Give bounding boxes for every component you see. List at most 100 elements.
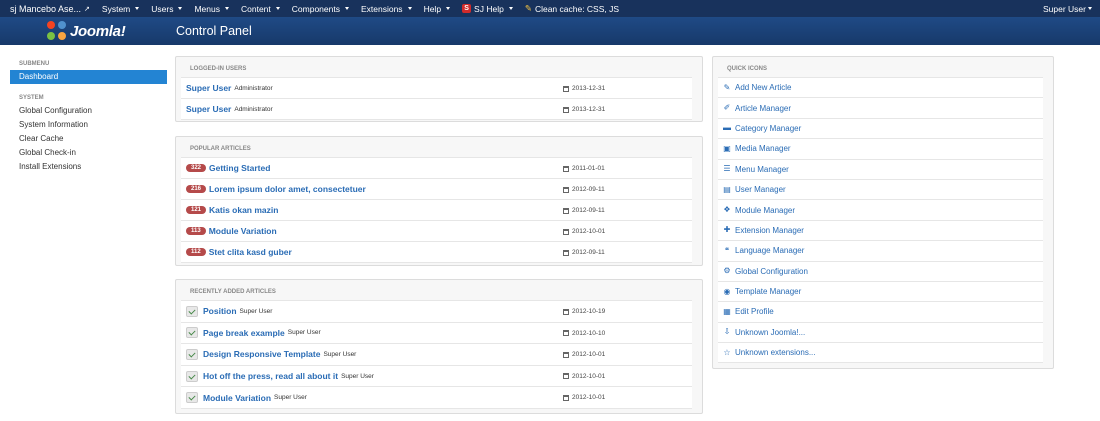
panel-heading: POPULAR ARTICLES [190, 146, 251, 152]
quick-icon-label: Article Manager [735, 103, 792, 113]
chevron-down-icon [344, 7, 349, 10]
cube-icon: ❖ [723, 205, 731, 215]
table-row: Page break example Super User 2012-10-10 [181, 323, 692, 345]
calendar-icon [563, 106, 569, 113]
sidebar-item-global-configuration[interactable]: Global Configuration [10, 104, 167, 118]
quick-icon-global-configuration[interactable]: ⚙ Global Configuration [718, 262, 1043, 282]
table-row: Super User Administrator 2013-12-31 [181, 99, 692, 120]
comments-icon: ❝ [724, 245, 730, 255]
broom-icon: ✎ [524, 3, 532, 13]
hits-badge: 121 [186, 206, 207, 214]
menu-components[interactable]: Components [286, 0, 355, 17]
article-link[interactable]: Position [203, 306, 237, 316]
menu-label: Extensions [360, 3, 403, 14]
site-link[interactable]: sj Mancebo Ase... ↗ [0, 4, 96, 14]
quick-icon-template-manager[interactable]: ◉ Template Manager [718, 282, 1043, 303]
calendar-icon [563, 186, 569, 193]
hits-badge: 322 [186, 164, 207, 172]
date-cell: 2011-01-01 [563, 158, 605, 179]
date-value: 2013-12-31 [572, 85, 606, 92]
submenu-heading: SUBMENU [19, 61, 50, 67]
article-link[interactable]: Katis okan mazin [209, 205, 278, 215]
article-link[interactable]: Design Responsive Template [203, 349, 320, 359]
sj-help-menu[interactable]: S SJ Help [456, 0, 519, 17]
article-link[interactable]: Page break example [203, 328, 285, 338]
article-link[interactable]: Lorem ipsum dolor amet, consectetuer [209, 184, 366, 194]
menu-menus[interactable]: Menus [188, 0, 235, 17]
date-cell: 2012-10-19 [563, 301, 605, 322]
calendar-icon [563, 308, 569, 315]
clean-cache-button[interactable]: ✎ Clean cache: CSS, JS [519, 0, 625, 17]
quick-icon-media-manager[interactable]: ▣ Media Manager [718, 139, 1043, 160]
quick-icon-unknown-extensions[interactable]: ☆ Unknown extensions... [718, 343, 1043, 364]
quick-icon-menu-manager[interactable]: ☰ Menu Manager [718, 160, 1043, 180]
article-author: Super User [287, 329, 321, 337]
date-value: 2012-09-11 [572, 249, 605, 256]
quick-icon-edit-profile[interactable]: ▦ Edit Profile [718, 302, 1043, 323]
article-link[interactable]: Module Variation [209, 226, 277, 236]
joomla-logo-icon [47, 21, 67, 41]
user-link[interactable]: Super User [186, 83, 231, 93]
user-link[interactable]: Super User [186, 104, 231, 114]
calendar-icon [563, 330, 569, 337]
table-row: 113 Module Variation 2012-10-01 [181, 221, 692, 242]
table-row: 121 Katis okan mazin 2012-09-11 [181, 200, 692, 221]
check-icon [186, 392, 198, 404]
quick-icon-label: Unknown extensions... [735, 348, 816, 358]
quick-icon-label: Add New Article [735, 83, 792, 93]
article-link[interactable]: Hot off the press, read all about it [203, 371, 338, 381]
table-row: 322 Getting Started 2011-01-01 [181, 158, 692, 179]
sidebar-item-global-check-in[interactable]: Global Check-in [10, 146, 167, 160]
date-value: 2012-10-10 [572, 329, 606, 337]
menu-help[interactable]: Help [418, 0, 456, 17]
sj-logo-icon: S [462, 4, 472, 13]
menu-content[interactable]: Content [235, 0, 286, 17]
cog-icon: ⚙ [723, 266, 731, 276]
sidebar-item-clear-cache[interactable]: Clear Cache [10, 132, 167, 146]
date-value: 2012-09-11 [572, 186, 605, 193]
sidebar-item-install-extensions[interactable]: Install Extensions [10, 160, 167, 174]
calendar-icon [563, 228, 569, 235]
profile-icon: ▦ [723, 306, 731, 316]
date-cell: 2012-10-01 [563, 221, 605, 242]
quick-icon-user-manager[interactable]: ▤ User Manager [718, 180, 1043, 201]
quick-icon-unknown-joomla[interactable]: ⇩ Unknown Joomla!... [718, 323, 1043, 344]
quick-icon-article-manager[interactable]: ✐ Article Manager [718, 98, 1043, 119]
date-cell: 2013-12-31 [563, 78, 605, 99]
article-link[interactable]: Module Variation [203, 393, 271, 403]
article-link[interactable]: Getting Started [209, 163, 270, 173]
quick-icon-category-manager[interactable]: ▬ Category Manager [718, 119, 1043, 140]
menu-extensions[interactable]: Extensions [355, 0, 418, 17]
menu-label: Help [423, 3, 442, 14]
quick-icon-extension-manager[interactable]: ✚ Extension Manager [718, 221, 1043, 242]
image-icon: ▣ [723, 143, 731, 153]
calendar-icon [563, 373, 569, 380]
popular-articles-panel: POPULAR ARTICLES 322 Getting Started 2011-… [175, 136, 703, 266]
quick-icon-module-manager[interactable]: ❖ Module Manager [718, 200, 1043, 221]
article-link[interactable]: Stet clita kasd guber [209, 247, 292, 257]
user-icon: ▤ [723, 184, 731, 194]
joomla-logo[interactable]: Joomla! [47, 20, 126, 42]
quick-icon-add-new-article[interactable]: ✎ Add New Article [718, 78, 1043, 99]
quick-icon-label: Edit Profile [735, 307, 774, 317]
calendar-icon [563, 207, 569, 214]
chevron-down-icon [446, 7, 451, 10]
user-menu[interactable]: Super User [1043, 0, 1092, 17]
sidebar-item-system-information[interactable]: System Information [10, 118, 167, 132]
table-row: Design Responsive Template Super User 2012… [181, 344, 692, 366]
menu-users[interactable]: Users [145, 0, 188, 17]
article-author: Super User [239, 307, 273, 315]
puzzle-icon: ✚ [723, 225, 731, 235]
pencil-icon: ✐ [723, 103, 731, 113]
check-icon [186, 348, 198, 360]
logged-in-users-panel: LOGGED-IN USERS Super User Administrator 2… [175, 56, 703, 122]
sidebar-item-dashboard[interactable]: Dashboard [10, 70, 167, 84]
menu-system[interactable]: System [96, 0, 145, 17]
hits-badge: 216 [186, 185, 207, 193]
user-role: Administrator [234, 105, 273, 113]
date-value: 2012-10-01 [572, 228, 606, 235]
date-cell: 2012-09-11 [563, 200, 605, 221]
logo-text: Joomla! [70, 22, 126, 40]
quick-icon-language-manager[interactable]: ❝ Language Manager [718, 241, 1043, 262]
user-role: Administrator [234, 84, 273, 92]
